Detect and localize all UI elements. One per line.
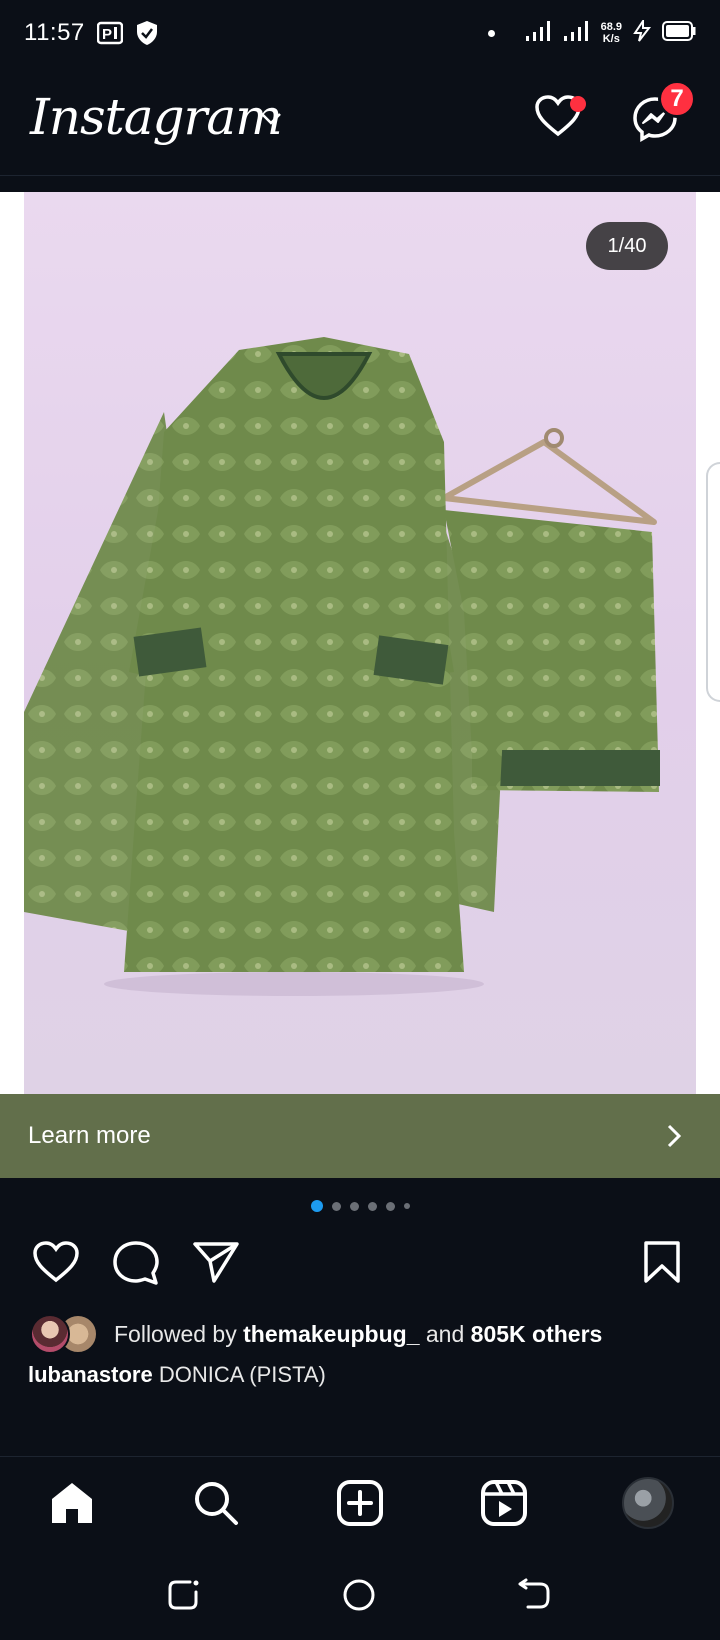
follower-avatars <box>30 1314 102 1354</box>
save-bookmark-icon[interactable] <box>642 1240 682 1289</box>
shield-icon <box>135 20 159 46</box>
carousel-dot <box>367 1201 377 1211</box>
battery-icon <box>662 20 696 47</box>
instagram-logo[interactable]: Instagram <box>30 88 283 146</box>
net-speed-unit: K/s <box>602 33 620 45</box>
reels-icon[interactable] <box>480 1479 528 1532</box>
image-counter: 1/40 <box>586 222 668 270</box>
share-send-icon[interactable] <box>192 1240 240 1289</box>
carousel-dot-active <box>310 1200 323 1212</box>
post-media[interactable]: 1/40 <box>0 192 720 1094</box>
carousel-indicator <box>0 1200 720 1212</box>
carousel-dot <box>331 1201 341 1211</box>
comment-icon[interactable] <box>112 1240 160 1291</box>
back-icon[interactable] <box>518 1578 552 1617</box>
side-panel-handle[interactable] <box>706 462 720 702</box>
notification-badge-dot <box>570 96 586 112</box>
learn-more-button[interactable]: Learn more <box>0 1094 720 1178</box>
system-navigation <box>0 1548 720 1640</box>
status-time: 11:57 <box>24 19 85 46</box>
like-heart-icon[interactable] <box>32 1240 80 1289</box>
product-photo[interactable]: 1/40 <box>24 192 696 1094</box>
svg-text:P: P <box>102 26 112 43</box>
learn-more-label: Learn more <box>28 1122 151 1149</box>
signal-icon <box>525 20 553 47</box>
followed-by-row[interactable]: Followed by themakeupbug_ and 805K other… <box>30 1314 602 1354</box>
followed-user[interactable]: themakeupbug_ <box>243 1321 419 1347</box>
search-icon[interactable] <box>192 1479 240 1532</box>
messages-badge: 7 <box>658 80 696 118</box>
caption-text: DONICA (PISTA) <box>158 1362 326 1387</box>
signal-icon-2 <box>563 20 591 47</box>
home-circle-icon[interactable] <box>342 1578 376 1617</box>
garment-illustration <box>24 337 660 996</box>
chevron-right-icon <box>666 1123 682 1154</box>
profile-avatar[interactable] <box>622 1477 674 1529</box>
carousel-dot <box>349 1201 359 1211</box>
followed-prefix: Followed by <box>114 1320 237 1347</box>
notification-dot <box>487 29 495 37</box>
charging-icon <box>632 17 652 47</box>
create-post-icon[interactable] <box>336 1479 384 1532</box>
chevron-down-icon[interactable] <box>260 112 282 131</box>
home-icon[interactable] <box>48 1479 96 1532</box>
net-speed: 68.9 K/s <box>601 21 622 45</box>
avatar <box>30 1314 70 1354</box>
recent-apps-icon[interactable] <box>166 1578 200 1617</box>
followed-count[interactable]: 805K others <box>471 1321 603 1347</box>
p-notification-icon: P <box>96 21 123 45</box>
net-speed-value: 68.9 <box>600 21 622 33</box>
bottom-navigation <box>0 1456 720 1548</box>
post-caption[interactable]: lubanastore DONICA (PISTA) <box>28 1362 326 1388</box>
caption-username[interactable]: lubanastore <box>28 1362 153 1387</box>
status-bar: 11:57 P 68.9 K/s <box>0 0 720 66</box>
followed-by-text: Followed by themakeupbug_ and 805K other… <box>114 1321 602 1348</box>
carousel-dot <box>403 1203 410 1209</box>
followed-and: and <box>425 1320 465 1347</box>
app-header: Instagram 7 <box>0 66 720 176</box>
carousel-dot <box>385 1201 395 1211</box>
post-actions <box>0 1240 720 1290</box>
